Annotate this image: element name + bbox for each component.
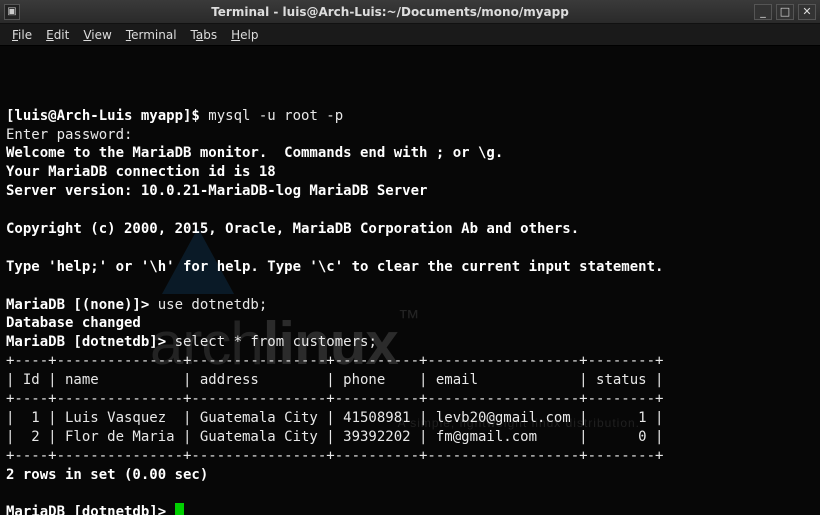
close-button[interactable]: ✕	[798, 4, 816, 20]
database-changed: Database changed	[6, 315, 141, 331]
help-line: Type 'help;' or '\h' for help. Type '\c'…	[6, 259, 663, 275]
shell-prompt: [luis@Arch-Luis myapp]$	[6, 108, 208, 124]
menu-view[interactable]: View	[77, 26, 117, 44]
terminal-app-icon: ▣	[4, 4, 20, 20]
menu-file[interactable]: File	[6, 26, 38, 44]
cmd-use: use dotnetdb;	[158, 297, 268, 313]
cmd-select: select * from customers;	[175, 334, 377, 350]
menubar: File Edit View Terminal Tabs Help	[0, 24, 820, 46]
maximize-button[interactable]: □	[776, 4, 794, 20]
table-row: | 2 | Flor de Maria | Guatemala City | 3…	[6, 429, 663, 445]
mariadb-prompt-db-2: MariaDB [dotnetdb]>	[6, 504, 175, 515]
minimize-button[interactable]: _	[754, 4, 772, 20]
mariadb-prompt-none: MariaDB [(none)]>	[6, 297, 158, 313]
enter-password: Enter password:	[6, 127, 132, 143]
connection-id: Your MariaDB connection id is 18	[6, 164, 276, 180]
table-row: | 1 | Luis Vasquez | Guatemala City | 41…	[6, 410, 663, 426]
table-border-mid: +----+---------------+----------------+-…	[6, 391, 663, 407]
table-border-top: +----+---------------+----------------+-…	[6, 353, 663, 369]
window-buttons: _ □ ✕	[754, 4, 816, 20]
menu-tabs[interactable]: Tabs	[185, 26, 224, 44]
server-version: Server version: 10.0.21-MariaDB-log Mari…	[6, 183, 427, 199]
menu-help[interactable]: Help	[225, 26, 264, 44]
terminal-viewport[interactable]: archlinux™ A simple, lightweight linux d…	[0, 46, 820, 515]
copyright-line: Copyright (c) 2000, 2015, Oracle, MariaD…	[6, 221, 579, 237]
mariadb-prompt-db-1: MariaDB [dotnetdb]>	[6, 334, 175, 350]
window-titlebar: ▣ Terminal - luis@Arch-Luis:~/Documents/…	[0, 0, 820, 24]
cmd-mysql: mysql -u root -p	[208, 108, 343, 124]
window-title: Terminal - luis@Arch-Luis:~/Documents/mo…	[26, 5, 754, 19]
terminal-output: [luis@Arch-Luis myapp]$ mysql -u root -p…	[6, 107, 814, 515]
menu-terminal[interactable]: Terminal	[120, 26, 183, 44]
table-border-bottom: +----+---------------+----------------+-…	[6, 448, 663, 464]
rowcount-line: 2 rows in set (0.00 sec)	[6, 467, 208, 483]
table-header: | Id | name | address | phone | email | …	[6, 372, 663, 388]
cursor	[175, 503, 184, 515]
welcome-line: Welcome to the MariaDB monitor. Commands…	[6, 145, 503, 161]
menu-edit[interactable]: Edit	[40, 26, 75, 44]
